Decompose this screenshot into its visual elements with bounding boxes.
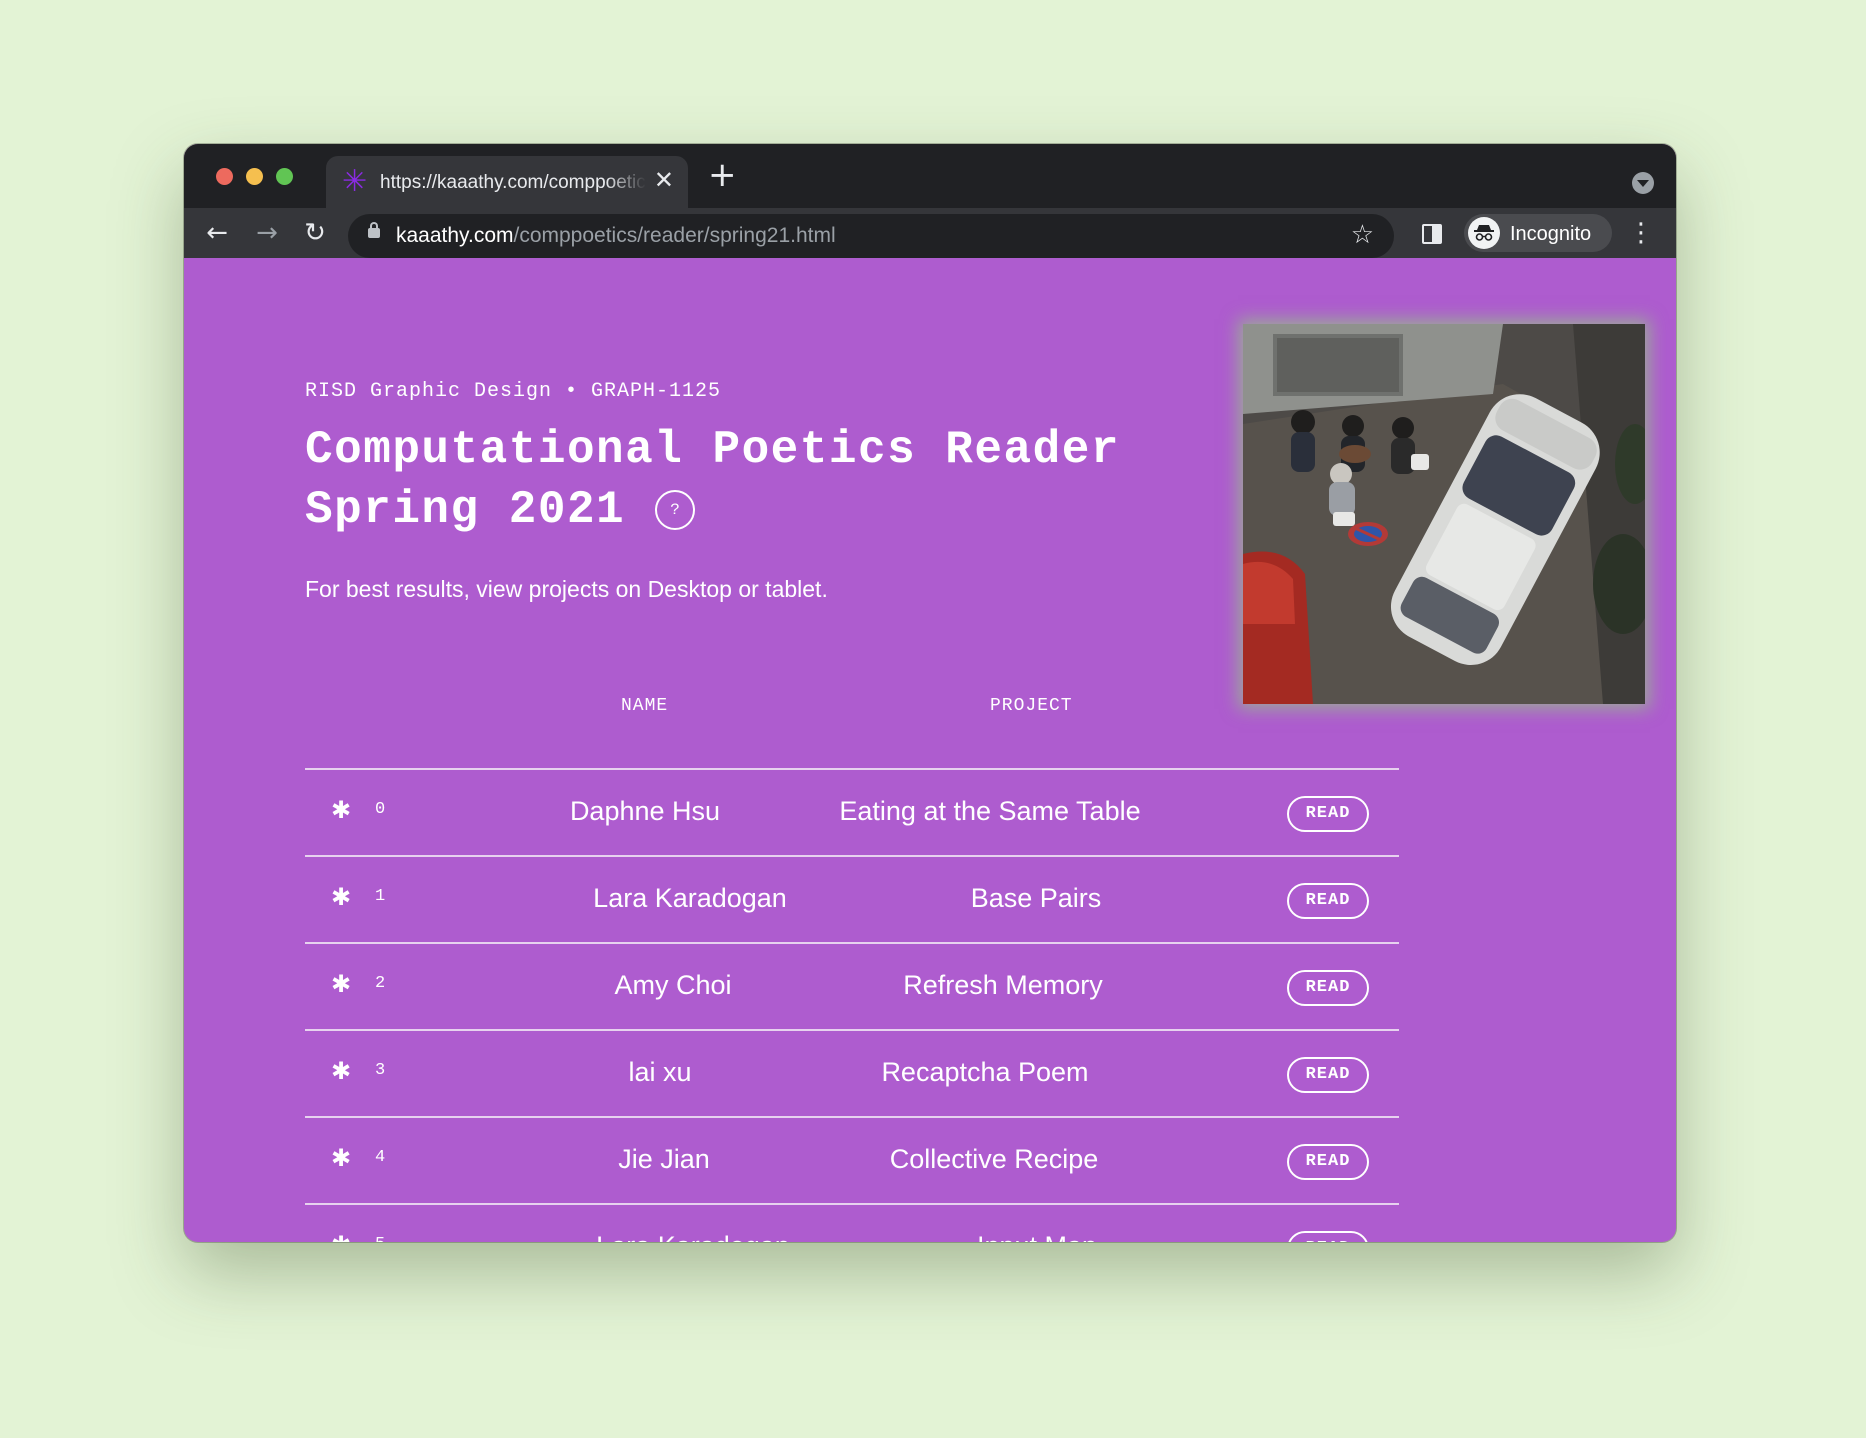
table-row: ✱ 2 Amy Choi Refresh Memory READ (305, 944, 1399, 1029)
url-path: /comppoetics/reader/spring21.html (513, 224, 836, 247)
course-eyebrow: RISD Graphic Design • GRAPH-1125 (305, 380, 722, 403)
row-index: 2 (375, 974, 386, 993)
row-index: 4 (375, 1148, 386, 1167)
close-window-button[interactable] (216, 168, 233, 185)
side-panel-icon[interactable] (1422, 224, 1442, 244)
student-name: Jie Jian (618, 1144, 710, 1174)
forward-arrow-icon[interactable]: → (250, 216, 284, 250)
project-title: Eating at the Same Table (839, 796, 1141, 826)
read-button[interactable]: READ (1287, 1144, 1369, 1180)
asterisk-favicon-icon: ✳ (342, 164, 368, 199)
column-header-project: PROJECT (990, 696, 1073, 716)
row-index: 0 (375, 800, 386, 819)
table-row: ✱ 5 Lara Karadogan Input Map READ (305, 1205, 1399, 1242)
page-title: Computational Poetics Reader Spring 2021 (305, 420, 1120, 540)
browser-tab[interactable]: ✳ https://kaaathy.com/comppoetics/reader… (326, 156, 688, 208)
read-button[interactable]: READ (1287, 1231, 1369, 1242)
reload-icon[interactable]: ↻ (298, 216, 332, 250)
page-content: RISD Graphic Design • GRAPH-1125 Computa… (184, 258, 1676, 1242)
maximize-window-button[interactable] (276, 168, 293, 185)
project-title: Base Pairs (970, 883, 1102, 913)
close-tab-icon[interactable]: ✕ (654, 168, 674, 192)
new-tab-button[interactable]: + (708, 158, 737, 192)
url-host: kaaathy.com (396, 224, 514, 247)
address-bar[interactable]: kaaathy.com/comppoetics/reader/spring21.… (348, 214, 1394, 258)
page-title-line-2: Spring 2021 (305, 484, 626, 536)
tab-title: https://kaaathy.com/comppoetics/reader/s… (380, 172, 646, 193)
asterisk-icon: ✱ (331, 1231, 351, 1242)
asterisk-icon: ✱ (331, 1057, 352, 1085)
asterisk-icon: ✱ (331, 796, 352, 824)
student-name: Lara Karadogan (593, 883, 787, 913)
help-button[interactable]: ? (655, 490, 695, 530)
incognito-profile-button[interactable]: Incognito (1464, 214, 1612, 252)
project-title: Input Map (827, 1231, 1247, 1242)
asterisk-icon: ✱ (331, 970, 352, 998)
header-photo (1243, 324, 1645, 704)
read-button[interactable]: READ (1287, 796, 1369, 832)
row-index: 5 (375, 1235, 385, 1242)
tab-bar: ✳ https://kaaathy.com/comppoetics/reader… (184, 144, 1676, 208)
read-button[interactable]: READ (1287, 1057, 1369, 1093)
read-button[interactable]: READ (1287, 970, 1369, 1006)
project-title: Recaptcha Poem (881, 1057, 1089, 1087)
column-header-name: NAME (621, 696, 669, 716)
browser-toolbar: ← → ↻ kaaathy.com/comppoetics/reader/spr… (184, 208, 1676, 258)
asterisk-icon: ✱ (331, 1144, 352, 1172)
incognito-icon (1468, 217, 1500, 249)
bookmark-star-icon[interactable]: ☆ (1351, 220, 1374, 250)
browser-window: ✳ https://kaaathy.com/comppoetics/reader… (184, 144, 1676, 1242)
lock-icon[interactable] (368, 222, 380, 238)
student-name: Daphne Hsu (569, 796, 721, 826)
incognito-label: Incognito (1510, 223, 1592, 245)
table-row: ✱ 1 Lara Karadogan Base Pairs READ (305, 857, 1399, 942)
more-menu-icon[interactable]: ⋮ (1628, 216, 1654, 250)
asterisk-icon: ✱ (331, 883, 352, 911)
table-row: ✱ 3 lai xu Recaptcha Poem READ (305, 1031, 1399, 1116)
table-row: ✱ 4 Jie Jian Collective Recipe READ (305, 1118, 1399, 1203)
tab-search-chevron-icon[interactable] (1632, 172, 1654, 194)
back-arrow-icon[interactable]: ← (200, 216, 234, 250)
viewing-note: For best results, view projects on Deskt… (305, 576, 828, 602)
page-title-line-1: Computational Poetics Reader (305, 424, 1120, 476)
student-name: Lara Karadogan (528, 1231, 858, 1242)
read-button[interactable]: READ (1287, 883, 1369, 919)
url-text[interactable]: kaaathy.com/comppoetics/reader/spring21.… (396, 224, 836, 248)
table-row: ✱ 0 Daphne Hsu Eating at the Same Table … (305, 770, 1399, 855)
minimize-window-button[interactable] (246, 168, 263, 185)
project-title: Collective Recipe (889, 1144, 1099, 1174)
student-name: Amy Choi (614, 970, 732, 1000)
row-index: 1 (375, 887, 386, 906)
project-title: Refresh Memory (903, 970, 1103, 1000)
row-index: 3 (375, 1061, 386, 1080)
